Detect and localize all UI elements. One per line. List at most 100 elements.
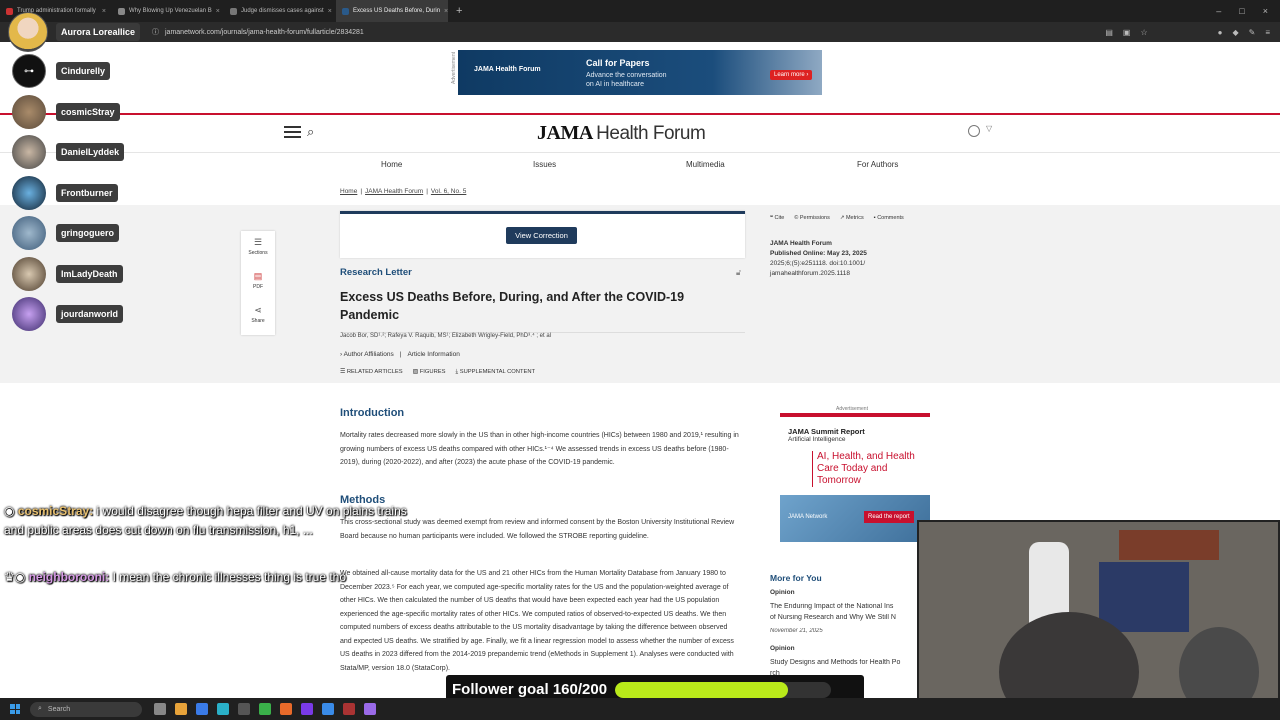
article-type: Research Letter xyxy=(340,267,412,278)
article-authors: Jacob Bor, SD¹˒²; Rafeya V. Raquib, MS¹;… xyxy=(340,332,745,339)
nav-for-authors[interactable]: For Authors xyxy=(857,160,898,169)
ad-learn-more-button[interactable]: Learn more › xyxy=(770,70,813,80)
read-report-button[interactable]: Read the report xyxy=(864,511,914,523)
site-logo[interactable]: JAMA Health Forum xyxy=(537,122,706,145)
close-tab-icon[interactable]: × xyxy=(216,8,220,15)
url-field[interactable]: ⓘ jamanetwork.com/journals/jama-health-f… xyxy=(152,27,364,37)
share-button[interactable]: ⋖ Share xyxy=(241,305,275,324)
more-for-you-heading: More for You xyxy=(770,573,822,583)
viewer-avatar xyxy=(12,216,46,250)
tab-title: Judge dismisses cases against xyxy=(241,8,324,14)
viewer-item: DanielLyddek xyxy=(12,135,125,169)
app-icon[interactable] xyxy=(301,703,313,715)
comments-label: Comments xyxy=(877,215,904,221)
app-icon[interactable] xyxy=(175,703,187,715)
journal-name: JAMA Health Forum xyxy=(770,240,832,247)
viewer-name: Cindurelly xyxy=(56,62,111,80)
doi: jamahealthforum.2025.1118 xyxy=(770,270,850,277)
app-icon[interactable] xyxy=(196,703,208,715)
browser-tab[interactable]: Judge dismisses cases against × xyxy=(224,0,336,22)
search-label: Search xyxy=(47,705,71,713)
permissions-button[interactable]: © Permissions xyxy=(794,215,830,221)
star-icon[interactable]: ☆ xyxy=(1140,28,1147,37)
new-tab-button[interactable]: + xyxy=(448,5,470,17)
pdf-button[interactable]: ▤ PDF xyxy=(241,271,275,290)
side-ad[interactable]: JAMA Summit Report Artificial Intelligen… xyxy=(780,413,930,542)
extension-icon[interactable]: ◆ xyxy=(1232,28,1238,37)
close-window-icon[interactable]: × xyxy=(1263,6,1268,16)
app-icon[interactable] xyxy=(322,703,334,715)
screenshot-icon[interactable]: ▣ xyxy=(1123,28,1131,37)
top-ad-banner[interactable]: JAMA Health Forum Call for Papers Advanc… xyxy=(458,50,822,95)
app-icon[interactable] xyxy=(280,703,292,715)
user-icon[interactable] xyxy=(968,125,980,137)
related-label: RELATED ARTICLES xyxy=(346,369,403,375)
taskbar-apps xyxy=(154,703,376,715)
app-icon[interactable] xyxy=(343,703,355,715)
app-icon[interactable] xyxy=(259,703,271,715)
correction-box: View Correction xyxy=(340,211,745,258)
main-nav: Home Issues Multimedia For Authors xyxy=(0,152,1280,176)
viewer-name: ImLadyDeath xyxy=(56,265,123,283)
browser-tab-active[interactable]: Excess US Deaths Before, Durin × xyxy=(336,0,448,22)
more-item-title[interactable]: The Enduring Impact of the National Ins xyxy=(770,603,915,610)
maximize-icon[interactable]: □ xyxy=(1239,6,1244,16)
hamburger-menu-icon[interactable] xyxy=(284,126,301,138)
streamer-name: Aurora Loreallice xyxy=(56,23,141,41)
viewer-item: jourdanworld xyxy=(12,297,123,331)
article-information-link[interactable]: Article Information xyxy=(407,351,459,358)
minimize-icon[interactable]: – xyxy=(1216,6,1221,16)
more-item-title[interactable]: of Nursing Research and Why We Still N xyxy=(770,614,915,621)
citation: 2025;6;(5):e251118. doi:10.1001/ xyxy=(770,260,866,267)
nav-issues[interactable]: Issues xyxy=(533,160,556,169)
more-item-title[interactable]: Study Designs and Methods for Health Po xyxy=(770,659,915,666)
separator: | xyxy=(399,351,402,358)
tab-title: Excess US Deaths Before, Durin xyxy=(353,8,441,14)
nav-home[interactable]: Home xyxy=(381,160,402,169)
breadcrumb-journal[interactable]: JAMA Health Forum xyxy=(365,188,423,195)
article-links: › Author Affiliations | Article Informat… xyxy=(340,351,460,358)
viewer-avatar xyxy=(12,297,46,331)
more-item-category: Opinion xyxy=(770,645,795,652)
breadcrumb-home[interactable]: Home xyxy=(340,188,357,195)
viewer-name: Frontburner xyxy=(56,184,118,202)
extension-icon[interactable]: ✎ xyxy=(1249,28,1256,37)
viewer-avatar: ⊶ xyxy=(12,54,46,88)
site-info-icon[interactable]: ⓘ xyxy=(152,27,159,37)
nav-multimedia[interactable]: Multimedia xyxy=(686,160,725,169)
viewer-item: ImLadyDeath xyxy=(12,257,123,291)
search-icon[interactable]: ⌕ xyxy=(307,124,314,140)
app-icon[interactable] xyxy=(217,703,229,715)
masthead: ⌕ JAMA Health Forum ▽ xyxy=(0,115,1280,151)
sections-button[interactable]: ☰ Sections xyxy=(241,237,275,256)
profile-icon[interactable]: ● xyxy=(1218,28,1223,37)
address-bar: ⓘ jamanetwork.com/journals/jama-health-f… xyxy=(0,22,1280,42)
chat-message: ♛◉ neighborooni: I mean the chronic illn… xyxy=(4,568,424,587)
cite-button[interactable]: ❝ Cite xyxy=(770,215,784,221)
figures-tab[interactable]: ▨ FIGURES xyxy=(413,369,446,376)
breadcrumb-separator: | xyxy=(360,188,363,195)
streamer-badge: Aurora Loreallice xyxy=(8,12,141,52)
windows-start-icon[interactable] xyxy=(10,704,20,714)
app-icon[interactable] xyxy=(154,703,166,715)
app-icon[interactable] xyxy=(364,703,376,715)
comments-button[interactable]: ▪ Comments xyxy=(874,215,904,221)
chevron-down-icon[interactable]: ▽ xyxy=(986,124,992,133)
metrics-button[interactable]: ↗ Metrics xyxy=(840,215,864,221)
reader-icon[interactable]: ▤ xyxy=(1105,28,1113,37)
view-correction-button[interactable]: View Correction xyxy=(506,227,577,244)
app-icon[interactable] xyxy=(238,703,250,715)
menu-icon[interactable]: ≡ xyxy=(1265,28,1270,37)
taskbar-search[interactable]: ⌕ Search xyxy=(30,701,142,717)
pdf-label: PDF xyxy=(253,284,263,290)
more-item-category: Opinion xyxy=(770,589,795,596)
supplemental-label: SUPPLEMENTAL CONTENT xyxy=(459,369,536,375)
follower-progress-bar xyxy=(615,681,832,698)
author-affiliations-link[interactable]: › Author Affiliations xyxy=(340,351,394,358)
breadcrumb-volume[interactable]: Vol. 6, No. 5 xyxy=(431,188,466,195)
supplemental-tab[interactable]: ⤓ SUPPLEMENTAL CONTENT xyxy=(456,369,536,376)
more-item-date: November 21, 2025 xyxy=(770,628,823,634)
close-tab-icon[interactable]: × xyxy=(328,8,332,15)
related-articles-tab[interactable]: ☰ RELATED ARTICLES xyxy=(340,369,403,376)
taskbar: ⌕ Search xyxy=(0,698,1280,720)
